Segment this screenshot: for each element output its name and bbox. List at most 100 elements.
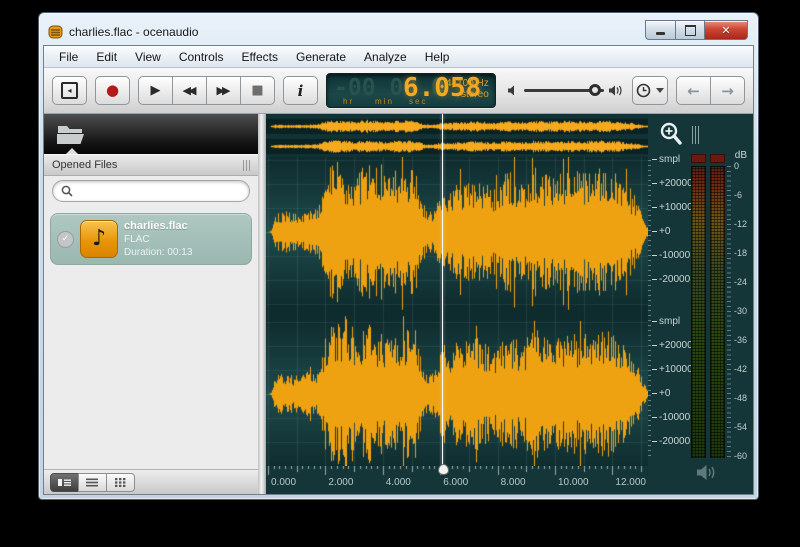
sample-scale-label-ch1: +20000: [652, 178, 693, 189]
file-meta: charlies.flac FLAC Duration: 00:13: [124, 220, 192, 259]
record-button[interactable]: ●: [95, 76, 130, 105]
playback-cursor-line: [442, 114, 443, 470]
search-icon: [61, 185, 73, 197]
waveform-main-canvas[interactable]: [266, 157, 648, 466]
maximize-button[interactable]: [675, 20, 705, 40]
play-button[interactable]: ▶: [138, 76, 173, 105]
timeline-label: 8.000: [501, 477, 526, 488]
menu-item-view[interactable]: View: [126, 48, 170, 66]
meter-scale-ticks: [727, 166, 731, 457]
meter-scale-label: -36: [734, 335, 747, 345]
rewind-button[interactable]: ◀◀: [172, 76, 207, 105]
sample-scale-label-ch1: -10000: [652, 250, 690, 261]
stop-button[interactable]: ■: [240, 76, 275, 105]
folder-icon: [56, 122, 86, 146]
sample-scale-label-ch1: -20000: [652, 274, 690, 285]
timeline-label: 12.000: [615, 477, 646, 488]
menu-item-help[interactable]: Help: [416, 48, 459, 66]
file-duration: Duration: 00:13: [124, 246, 192, 259]
maximize-icon: [685, 25, 696, 36]
format-info: 44100 Hz stereo: [446, 78, 489, 100]
list-view-icon: [86, 478, 99, 487]
chevron-down-icon: [656, 88, 664, 93]
go-to-start-icon: ◂: [61, 82, 78, 99]
stop-icon: ■: [251, 84, 263, 97]
sample-scale-label-ch1: smpl: [652, 154, 680, 165]
sidebar: Opened Files ✓ ♪: [44, 114, 258, 494]
header-grip-handle[interactable]: [243, 160, 252, 171]
nav-forward-button[interactable]: →: [710, 76, 745, 105]
music-note-icon: ♪: [92, 228, 106, 250]
menu-item-generate[interactable]: Generate: [287, 48, 355, 66]
view-list-button[interactable]: [78, 473, 107, 492]
rewind-icon: ◀◀: [183, 85, 197, 96]
nav-back-button[interactable]: ←: [676, 76, 711, 105]
meter-scale-label: -12: [734, 219, 747, 229]
search-row: [44, 176, 258, 206]
volume-knob[interactable]: [589, 84, 601, 96]
info-button[interactable]: i: [283, 76, 318, 105]
play-icon: ▶: [151, 84, 161, 97]
timeline-label: 2.000: [328, 477, 353, 488]
zoom-in-icon[interactable]: [658, 121, 684, 148]
waveform-panel: 0.000 2.000 4.000 6.000 8.000 10.000 12.000 sm…: [266, 114, 753, 494]
file-list-item[interactable]: ✓ ♪ charlies.flac FLAC Duration: 00:13: [50, 213, 252, 265]
clip-indicator-right: [710, 154, 725, 163]
meter-bar-right: [710, 166, 725, 458]
sidebar-tab-opened-files[interactable]: [56, 122, 86, 151]
volume-slider[interactable]: [524, 89, 604, 92]
sample-scale-label-ch2: +20000: [652, 340, 693, 351]
info-icon: i: [298, 82, 304, 100]
title-bar[interactable]: charlies.flac - ocenaudio ✕: [39, 13, 758, 45]
opened-files-header: Opened Files: [44, 154, 258, 176]
timeline-label: 0.000: [271, 477, 296, 488]
view-details-button[interactable]: [50, 473, 79, 492]
sample-scale-column: smpl+20000+10000+0-10000-20000smpl+20000…: [648, 114, 692, 494]
opened-files-list: ✓ ♪ charlies.flac FLAC Duration: 00:13: [44, 206, 258, 469]
menu-item-controls[interactable]: Controls: [170, 48, 233, 66]
record-icon: ●: [106, 83, 119, 98]
file-selected-check-icon: ✓: [57, 231, 74, 248]
monitor-speaker-icon[interactable]: [697, 464, 719, 481]
history-nav-group: ← →: [676, 76, 745, 105]
menu-item-effects[interactable]: Effects: [233, 48, 287, 66]
sidebar-splitter[interactable]: [258, 114, 266, 494]
meter-scale-label: 0: [734, 161, 739, 171]
minimize-icon: [656, 32, 665, 35]
grid-view-icon: [115, 478, 126, 487]
sample-rate: 44100 Hz: [446, 78, 489, 89]
meter-scale-label: -48: [734, 393, 747, 403]
meter-scale-label: -6: [734, 190, 742, 200]
timeline-label: 10.000: [558, 477, 589, 488]
menu-item-analyze[interactable]: Analyze: [355, 48, 416, 66]
toolbar: ◂ ● ▶ ◀◀ ▶▶ ■ i -00 00 0 6.058 hr min: [44, 68, 753, 114]
file-name: charlies.flac: [124, 220, 192, 233]
meter-scale-label: -60: [734, 451, 747, 461]
timer-dropdown-button[interactable]: [632, 76, 668, 105]
timeline-label: 6.000: [443, 477, 468, 488]
timeline-label: 4.000: [386, 477, 411, 488]
meter-scale-label: -42: [734, 364, 747, 374]
go-to-start-button[interactable]: ◂: [52, 76, 87, 105]
menu-bar: FileEditViewControlsEffectsGenerateAnaly…: [44, 46, 753, 68]
time-display: -00 00 0 6.058 hr min sec 44100 Hz stere…: [326, 73, 496, 108]
sample-scale-label-ch2: -10000: [652, 412, 690, 423]
playback-cursor-handle[interactable]: [438, 464, 449, 475]
minimize-button[interactable]: [645, 20, 675, 40]
sidebar-tab-strip: [44, 114, 258, 154]
waveform-overview-canvas[interactable]: [266, 114, 648, 157]
menu-item-edit[interactable]: Edit: [87, 48, 126, 66]
search-input[interactable]: [52, 180, 250, 202]
level-meter: dB 0-6-12-18-24-30-36-42-48-54-60: [689, 114, 753, 494]
meter-bar-left: [691, 166, 706, 458]
close-button[interactable]: ✕: [705, 20, 748, 40]
fast-forward-button[interactable]: ▶▶: [206, 76, 241, 105]
details-view-icon: [58, 478, 71, 487]
meter-scale-label: -54: [734, 422, 747, 432]
audio-file-icon: ♪: [80, 220, 118, 258]
view-grid-button[interactable]: [106, 473, 135, 492]
app-window: charlies.flac - ocenaudio ✕ FileEditView…: [38, 12, 759, 500]
menu-item-file[interactable]: File: [50, 48, 87, 66]
opened-files-title: Opened Files: [52, 159, 243, 171]
transport-group: ▶ ◀◀ ▶▶ ■: [138, 76, 275, 105]
